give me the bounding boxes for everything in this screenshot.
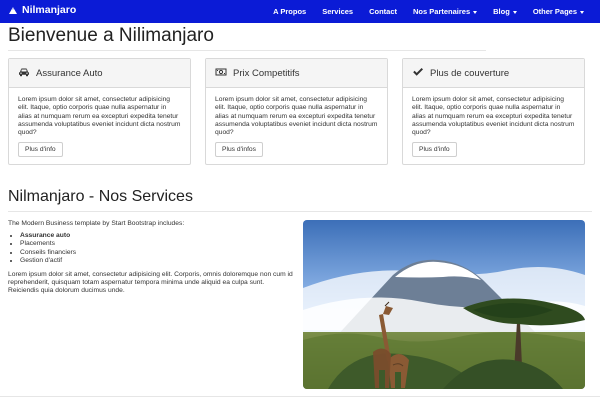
more-info-button[interactable]: Plus d'info: [18, 142, 63, 158]
nav-item-other-pages[interactable]: Other Pages: [525, 7, 592, 16]
panel-body: Lorem ipsum dolor sit amet, consectetur …: [403, 88, 584, 158]
divider: [0, 396, 600, 397]
panel-assurance-auto: Assurance Auto Lorem ipsum dolor sit ame…: [8, 58, 191, 165]
divider: [8, 50, 486, 51]
panel-text: Lorem ipsum dolor sit amet, consectetur …: [215, 96, 378, 137]
panel-header: Prix Competitifs: [206, 59, 387, 88]
nav-item-label: Contact: [369, 7, 398, 16]
more-info-button[interactable]: Plus d'infos: [215, 142, 263, 158]
services-list: Assurance auto Placements Conseils finan…: [8, 232, 294, 265]
mountain-icon: [8, 6, 18, 15]
page-title: Bienvenue a Nilimanjaro: [8, 25, 214, 46]
services-title: Nilmanjaro - Nos Services: [8, 188, 193, 205]
money-icon: [215, 64, 227, 82]
nav-item-label: Nos Partenaires: [413, 7, 471, 16]
caret-down-icon: [580, 11, 584, 14]
services-list-item: Conseils financiers: [20, 249, 294, 257]
caret-down-icon: [473, 11, 478, 14]
brand[interactable]: Nilmanjaro: [8, 4, 76, 16]
nav-item-label: Other Pages: [532, 7, 577, 16]
nav-item-label: Services: [322, 7, 354, 16]
divider: [8, 211, 592, 212]
nav-item-label: A Propos: [273, 7, 307, 16]
nav-item-label: Blog: [493, 7, 510, 16]
services-list-item: Placements: [20, 240, 294, 248]
panel-text: Lorem ipsum dolor sit amet, consectetur …: [412, 96, 575, 137]
panel-prix-competitifs: Prix Competitifs Lorem ipsum dolor sit a…: [205, 58, 388, 165]
panel-header: Plus de couverture: [403, 59, 584, 88]
services-list-item: Gestion d'actif: [20, 257, 294, 265]
panel-plus-couverture: Plus de couverture Lorem ipsum dolor sit…: [402, 58, 585, 165]
services-intro: The Modern Business template by Start Bo…: [8, 220, 185, 227]
panel-title: Assurance Auto: [36, 67, 103, 79]
nav-item-partenaires[interactable]: Nos Partenaires: [405, 7, 485, 16]
nav-item-contact[interactable]: Contact: [361, 7, 405, 16]
navbar: Nilmanjaro A Propos Services Contact Nos…: [0, 0, 600, 23]
services-list-item: Assurance auto: [20, 232, 294, 240]
car-icon: [18, 64, 30, 82]
check-icon: [412, 64, 424, 82]
nav-item-services[interactable]: Services: [314, 7, 361, 16]
panel-text: Lorem ipsum dolor sit amet, consectetur …: [18, 96, 181, 137]
nav-links: A Propos Services Contact Nos Partenaire…: [265, 0, 592, 23]
nav-item-a-propos[interactable]: A Propos: [265, 7, 314, 16]
services-text: The Modern Business template by Start Bo…: [8, 220, 294, 296]
kilimanjaro-photo: [303, 220, 585, 389]
caret-down-icon: [512, 11, 517, 14]
services-paragraph: Lorem ipsum dolor sit amet, consectetur …: [8, 271, 293, 295]
nav-item-blog[interactable]: Blog: [485, 7, 525, 16]
panel-title: Prix Competitifs: [233, 67, 300, 79]
panel-body: Lorem ipsum dolor sit amet, consectetur …: [206, 88, 387, 158]
panel-header: Assurance Auto: [9, 59, 190, 88]
panel-body: Lorem ipsum dolor sit amet, consectetur …: [9, 88, 190, 158]
brand-text: Nilmanjaro: [22, 4, 77, 16]
panel-title: Plus de couverture: [430, 67, 510, 79]
more-info-button[interactable]: Plus d'info: [412, 142, 457, 158]
